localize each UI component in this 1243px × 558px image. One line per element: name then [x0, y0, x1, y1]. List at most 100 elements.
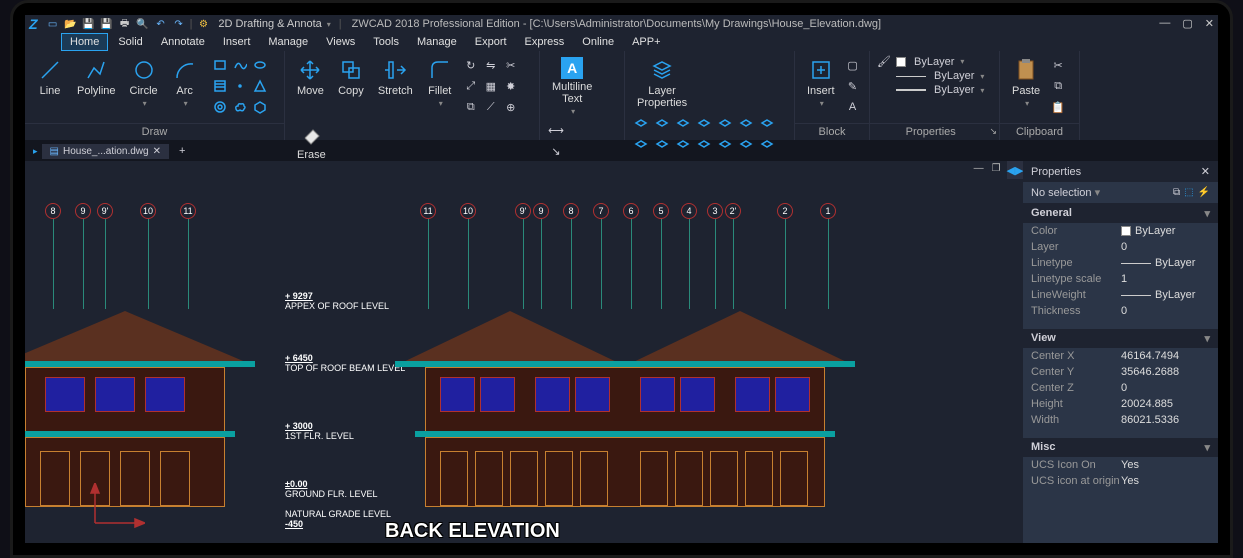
color-dropdown[interactable]: 🖌ByLayer▾	[876, 55, 984, 68]
prop-height[interactable]: Height20024.885	[1023, 396, 1218, 412]
tab-app[interactable]: APP+	[624, 34, 668, 50]
layer-thaw-icon[interactable]	[674, 135, 692, 153]
rotate-icon[interactable]: ↻	[462, 56, 480, 74]
point-icon[interactable]	[231, 77, 249, 95]
select-objects-icon[interactable]: ⬚	[1184, 187, 1193, 198]
doc-minimize-button[interactable]: —	[974, 163, 984, 174]
trim-icon[interactable]: ✂	[502, 56, 520, 74]
arc-button[interactable]: Arc▾	[166, 55, 204, 117]
prop-center-x[interactable]: Center X46164.7494	[1023, 348, 1218, 364]
close-button[interactable]: ✕	[1205, 17, 1214, 30]
tab-online[interactable]: Online	[574, 34, 622, 50]
hatch-icon[interactable]	[211, 77, 229, 95]
layer-lock-icon[interactable]	[653, 135, 671, 153]
undo-icon[interactable]: ↶	[154, 17, 168, 31]
layer-off-icon[interactable]	[632, 135, 650, 153]
layer-freeze-icon[interactable]	[653, 114, 671, 132]
prop-linetype[interactable]: LinetypeByLayer	[1023, 255, 1218, 271]
join-icon[interactable]: ⊕	[502, 98, 520, 116]
tab-chevron-icon[interactable]: ▸	[33, 146, 38, 157]
quick-access-toolbar[interactable]: Z ▭ 📂 💾 💾 🖶 🔍 ↶ ↷ | ⚙ 2D Drafting & Anno…	[25, 15, 1218, 33]
spline-icon[interactable]	[231, 56, 249, 74]
polygon-icon[interactable]	[251, 98, 269, 116]
layer-properties-button[interactable]: Layer Properties	[631, 55, 693, 111]
prop-width[interactable]: Width86021.5336	[1023, 412, 1218, 428]
create-block-icon[interactable]: ▢	[844, 56, 862, 74]
scale-icon[interactable]: ⤢	[462, 77, 480, 95]
paste-special-icon[interactable]: 📋	[1049, 98, 1067, 116]
ellipse-icon[interactable]	[251, 56, 269, 74]
layer-match-icon[interactable]	[695, 135, 713, 153]
prop-center-z[interactable]: Center Z0	[1023, 380, 1218, 396]
prop-layer[interactable]: Layer0	[1023, 239, 1218, 255]
line-button[interactable]: Line	[31, 55, 69, 117]
new-tab-button[interactable]: +	[173, 143, 191, 159]
layer-merge-icon[interactable]	[758, 114, 776, 132]
quickselect-icon[interactable]: ⚡	[1198, 187, 1210, 198]
linetype-dropdown[interactable]: ByLayer▾	[876, 70, 984, 82]
panel-toggle-icon[interactable]: ◀▶	[1007, 161, 1023, 179]
layer-unlock-icon[interactable]	[695, 114, 713, 132]
dimension-icon[interactable]: ⟷	[547, 121, 565, 139]
tab-views[interactable]: Views	[318, 34, 363, 50]
layer-prev-icon[interactable]	[716, 114, 734, 132]
layer-copy-icon[interactable]	[758, 135, 776, 153]
break-icon[interactable]: ⟋	[482, 98, 500, 116]
fillet-button[interactable]: Fillet▾	[421, 55, 459, 117]
close-tab-icon[interactable]: ✕	[153, 146, 161, 157]
layer-iso-icon[interactable]	[632, 114, 650, 132]
tab-annotate[interactable]: Annotate	[153, 34, 213, 50]
leader-icon[interactable]: ↘	[547, 142, 565, 160]
doc-tab[interactable]: ▤ House_...ation.dwg ✕	[42, 144, 169, 159]
drawing-canvas[interactable]: — ❐ ✕ 8 9 9' 10 11 11 10 9' 9 8 7 6 5 4 …	[25, 161, 1023, 543]
ribbon-tabs[interactable]: Home Solid Annotate Insert Manage Views …	[25, 33, 1218, 51]
edit-block-icon[interactable]: ✎	[844, 77, 862, 95]
workspace-dropdown[interactable]: 2D Drafting & Annota ▾	[214, 18, 334, 30]
pickadd-icon[interactable]: ⧉	[1173, 187, 1180, 198]
match-properties-icon[interactable]: 🖌	[876, 55, 892, 68]
prop-lineweight[interactable]: LineWeightByLayer	[1023, 287, 1218, 303]
circle-button[interactable]: Circle▾	[124, 55, 164, 117]
copy-clip-icon[interactable]: ⧉	[1049, 77, 1067, 95]
layer-delete-icon[interactable]	[737, 135, 755, 153]
stretch-button[interactable]: Stretch	[372, 55, 419, 117]
tab-insert[interactable]: Insert	[215, 34, 259, 50]
layer-on-icon[interactable]	[674, 114, 692, 132]
open-icon[interactable]: 📂	[64, 17, 78, 31]
paste-button[interactable]: Paste▾	[1006, 55, 1046, 117]
new-icon[interactable]: ▭	[46, 17, 60, 31]
doc-restore-button[interactable]: ❐	[992, 163, 1001, 174]
donut-icon[interactable]	[211, 98, 229, 116]
region-icon[interactable]	[251, 77, 269, 95]
polyline-button[interactable]: Polyline	[71, 55, 122, 117]
group-misc[interactable]: Misc▾	[1023, 438, 1218, 457]
tab-home[interactable]: Home	[61, 33, 108, 51]
workspace-icon[interactable]: ⚙	[196, 17, 210, 31]
insert-button[interactable]: Insert▾	[801, 55, 841, 117]
lineweight-dropdown[interactable]: ByLayer▾	[876, 84, 984, 96]
prop-thickness[interactable]: Thickness0	[1023, 303, 1218, 319]
layer-state-icon[interactable]	[737, 114, 755, 132]
prop-center-y[interactable]: Center Y35646.2688	[1023, 364, 1218, 380]
redo-icon[interactable]: ↷	[172, 17, 186, 31]
copy-button[interactable]: Copy	[332, 55, 370, 117]
prop-linetype-scale[interactable]: Linetype scale1	[1023, 271, 1218, 287]
tab-express[interactable]: Express	[517, 34, 573, 50]
array-icon[interactable]: ▦	[482, 77, 500, 95]
save-icon[interactable]: 💾	[82, 17, 96, 31]
selection-dropdown[interactable]: No selection ▾	[1031, 186, 1100, 199]
prop-ucs-icon-origin[interactable]: UCS icon at originYes	[1023, 473, 1218, 489]
cut-icon[interactable]: ✂	[1049, 56, 1067, 74]
group-general[interactable]: General▾	[1023, 204, 1218, 223]
prop-color[interactable]: ColorByLayer	[1023, 223, 1218, 239]
minimize-button[interactable]: —	[1159, 17, 1170, 30]
offset-icon[interactable]: ⧉	[462, 98, 480, 116]
maximize-button[interactable]: ▢	[1182, 17, 1192, 30]
group-view[interactable]: View▾	[1023, 329, 1218, 348]
tab-solid[interactable]: Solid	[110, 34, 150, 50]
erase-button[interactable]: Erase	[291, 119, 332, 163]
print-icon[interactable]: 🖶	[118, 17, 132, 31]
saveas-icon[interactable]: 💾	[100, 17, 114, 31]
tab-tools[interactable]: Tools	[365, 34, 407, 50]
mtext-button[interactable]: AMultiline Text▾	[546, 55, 598, 118]
